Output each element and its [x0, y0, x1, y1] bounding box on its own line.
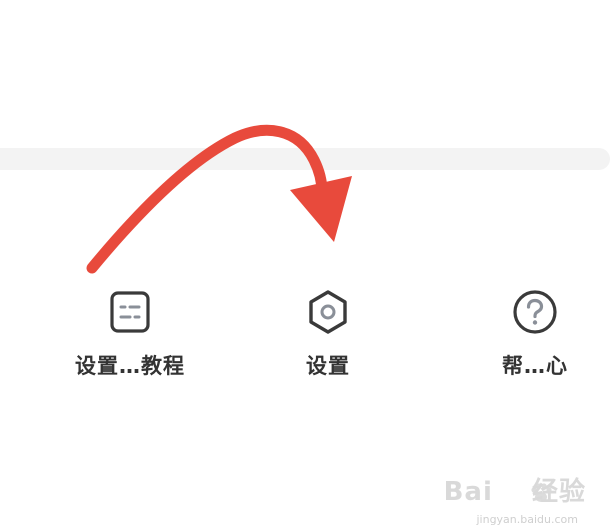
menu-item-help-center[interactable]: 帮…心	[455, 288, 615, 388]
hexagon-settings-icon	[304, 288, 352, 336]
baidu-watermark-logo: Baidu经验	[443, 477, 586, 507]
menu-item-settings-tutorial[interactable]: 设置…教程	[50, 288, 210, 388]
annotation-arrow-icon	[86, 124, 352, 274]
watermark-domain: jingyan.baidu.com	[476, 513, 578, 526]
tutorial-card-icon	[106, 288, 154, 336]
question-circle-icon	[511, 288, 559, 336]
menu-item-label: 帮…心	[502, 354, 568, 378]
menu-item-label: 设置	[306, 354, 350, 378]
search-bar-background	[0, 148, 610, 170]
menu-item-label: 设置…教程	[75, 354, 185, 378]
menu-item-settings[interactable]: 设置	[248, 288, 408, 388]
